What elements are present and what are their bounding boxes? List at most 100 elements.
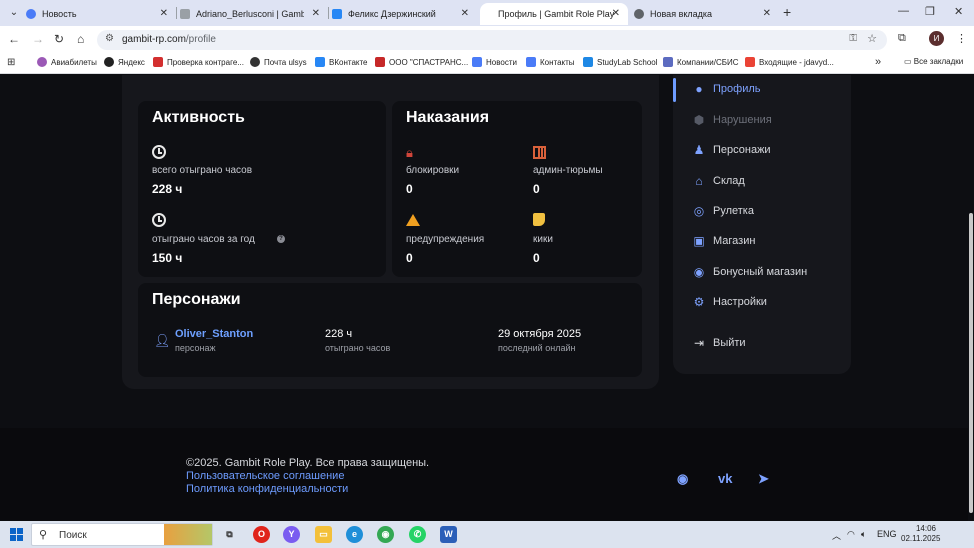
profile-sidebar: ● Профиль ⬢ Нарушения ♟ Персонажи ⌂ Скла… [673,75,851,374]
sidebar-item-violations[interactable]: ⬢ Нарушения [673,109,851,133]
edge-icon[interactable]: e [346,526,363,543]
url-text[interactable]: gambit-rp.com/profile [122,34,216,45]
tab-search-dropdown-icon[interactable]: ⌄ [6,5,22,21]
character-last-online-sub: последний онлайн [498,343,576,353]
bookmark-label: Проверка контраге... [167,57,244,67]
word-icon[interactable]: W [440,526,457,543]
lock-icon: 🔒︎ [406,145,413,160]
character-name-sub: персонаж [175,343,216,353]
tray-overflow-icon[interactable]: ︿ [832,529,841,542]
bookmark-favicon-icon [37,57,47,67]
tab-adriano[interactable]: Adriano_Berlusconi | Gambit Role ✕ [180,3,328,25]
character-name-link[interactable]: Oliver_Stanton [175,328,253,340]
windows-start-icon[interactable] [10,528,23,541]
opera-icon[interactable]: O [253,526,270,543]
bookmark-label: ВКонтакте [329,57,368,67]
profile-avatar[interactable]: И [929,31,944,46]
admin-jails-label: админ-тюрьмы [533,165,603,176]
help-icon[interactable]: ? [277,235,285,243]
tab-divider [328,7,329,19]
tab-news[interactable]: Новость ✕ [26,3,176,25]
page-scrollbar[interactable] [968,75,974,521]
language-indicator[interactable]: ENG [877,529,897,539]
shield-icon: ⬢ [693,113,705,127]
apps-grid-icon[interactable]: ⊞ [7,57,15,68]
bans-label: блокировки [406,165,460,176]
window-close-icon[interactable]: ✕ [954,5,963,18]
bookmark-label: Контакты [540,57,575,67]
taskbar-clock[interactable]: 14:06 02.11.2025 [901,524,940,544]
bookmark-item[interactable]: Яндекс [104,57,145,67]
character-hours-sub: отыграно часов [325,343,391,353]
new-tab-button[interactable]: + [783,4,791,20]
sidebar-item-roulette[interactable]: ◎ Рулетка [673,200,851,224]
sidebar-item-label: Магазин [713,235,756,247]
privacy-link[interactable]: Политика конфиденциальности [186,483,348,495]
minimize-icon[interactable]: — [898,5,909,17]
discord-icon[interactable]: ◉ [677,471,688,487]
sidebar-item-profile[interactable]: ● Профиль [673,78,851,102]
terms-link[interactable]: Пользовательское соглашение [186,470,344,482]
bookmark-item[interactable]: Входящие - jdavyd... [745,57,834,67]
user-circle-icon: ● [695,82,703,96]
site-info-icon[interactable]: ⚙ [105,33,114,44]
sidebar-item-label: Настройки [713,296,767,308]
address-bar[interactable]: ⚙ gambit-rp.com/profile ⚿ ☆ [97,30,887,50]
url-host: gambit-rp.com [122,34,186,45]
extensions-icon[interactable]: ⧉ [898,32,906,45]
bookmark-item[interactable]: Контакты [526,57,575,67]
vk-icon[interactable]: vk [718,471,732,486]
scrollbar-thumb[interactable] [969,213,973,513]
tab-new[interactable]: Новая вкладка ✕ [634,3,779,25]
task-view-icon[interactable]: ⧉ [221,526,238,543]
tab-dzerzhinsky[interactable]: Феликс Дзержинский ✕ [332,3,477,25]
volume-icon[interactable]: 🔈︎ [861,529,866,540]
all-bookmarks-button[interactable]: ▭ Все закладки [904,57,963,66]
close-icon[interactable]: ✕ [461,8,469,19]
close-icon[interactable]: ✕ [612,8,620,19]
sidebar-item-characters[interactable]: ♟ Персонажи [673,139,851,163]
bookmark-item[interactable]: ООО "СПАСТРАНС... [375,57,468,67]
sidebar-item-warehouse[interactable]: ⌂ Склад [673,170,851,194]
whatsapp-icon[interactable]: ✆ [409,526,426,543]
bookmark-item[interactable]: Проверка контраге... [153,57,244,67]
clock-icon [152,213,166,227]
sidebar-item-logout[interactable]: ⇥ Выйти [673,332,851,356]
tab-divider [176,7,177,19]
bookmark-item[interactable]: Компании/СБИС [663,57,739,67]
reload-icon[interactable]: ↻ [54,32,64,46]
characters-title: Персонажи [152,291,241,308]
tab-profile-active[interactable]: Профиль | Gambit Role Play ✕ [480,3,628,25]
close-icon[interactable]: ✕ [312,8,320,19]
yandex-browser-icon[interactable]: Y [283,526,300,543]
browser-menu-icon[interactable]: ⋮ [956,32,967,45]
bookmark-item[interactable]: Почта ulsys [250,57,307,67]
bookmark-item[interactable]: ВКонтакте [315,57,368,67]
home-icon[interactable]: ⌂ [77,32,84,46]
bookmark-item[interactable]: StudyLab School [583,57,658,67]
wifi-icon[interactable]: ◠ [847,529,855,540]
close-icon[interactable]: ✕ [763,8,771,19]
sidebar-item-store[interactable]: ▣ Магазин [673,230,851,254]
bookmark-item[interactable]: Новости [472,57,517,67]
password-key-icon[interactable]: ⚿ [849,33,857,44]
sidebar-item-settings[interactable]: ⚙ Настройки [673,291,851,315]
chrome-icon[interactable]: ◉ [377,526,394,543]
tab-title: Новая вкладка [650,9,713,19]
telegram-icon[interactable]: ➤ [758,471,769,487]
bookmark-favicon-icon [315,57,325,67]
taskbar-search[interactable]: ⚲ Поиск [31,523,213,546]
url-path: /profile [185,34,216,45]
bookmark-star-icon[interactable]: ☆ [867,32,877,45]
back-icon[interactable]: ← [8,32,20,46]
close-icon[interactable]: ✕ [160,8,168,19]
restore-icon[interactable]: ❐ [925,5,935,18]
bookmarks-overflow-button[interactable]: » [875,56,881,68]
forward-icon[interactable]: → [32,32,44,46]
file-explorer-icon[interactable]: ▭ [315,526,332,543]
sidebar-item-bonus-store[interactable]: ◉ Бонусный магазин [673,261,851,285]
search-highlight-image [164,524,212,545]
sidebar-item-label: Профиль [713,83,761,95]
bookmark-item[interactable]: Авиабилеты [37,57,97,67]
sidebar-item-label: Рулетка [713,205,754,217]
